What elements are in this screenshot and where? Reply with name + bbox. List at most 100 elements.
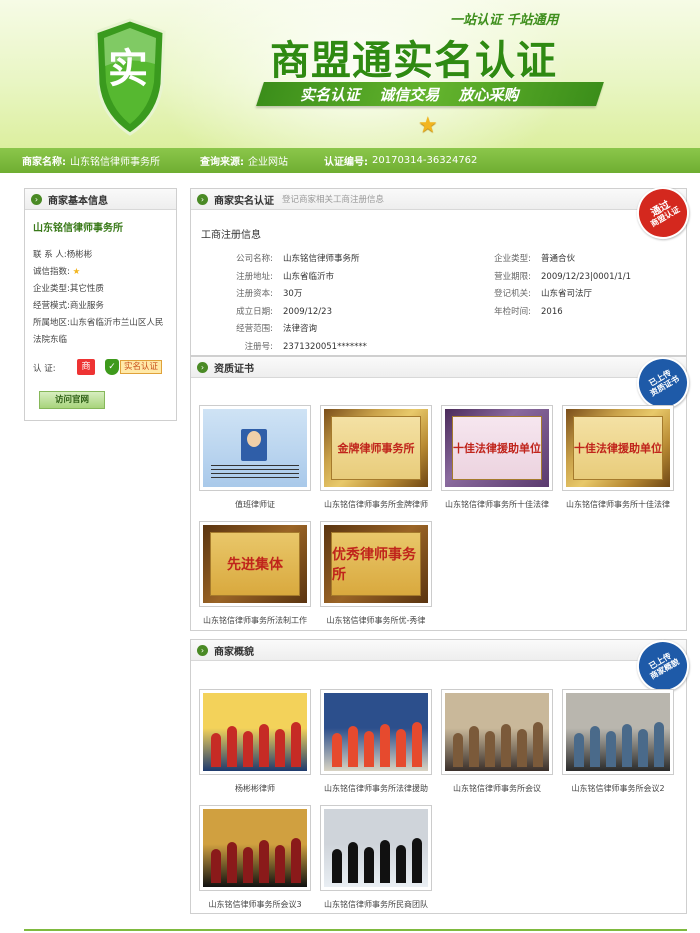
thumb-caption[interactable]: 山东铭信律师事务所十佳法律	[562, 499, 674, 521]
credit-index-label: 诚信指数:	[33, 267, 70, 277]
reg-field-value: 普通合伙	[541, 254, 576, 264]
person-figure	[364, 847, 374, 883]
merchant-basic-info-panel: › 商家基本信息 山东铭信律师事务所 联 系 人:杨彬彬 诚信指数: ★ 企业类…	[24, 188, 177, 421]
person-figure	[275, 729, 285, 767]
person-figure	[574, 733, 584, 767]
person-figure	[364, 731, 374, 767]
cert-thumbnail[interactable]: 值班律师证	[199, 405, 311, 521]
reg-field-value: 山东省司法厅	[541, 289, 593, 300]
cert-thumb-grid: 值班律师证 金牌律师事务所 山东铭信律师事务所金牌律师 十佳法律援助单位 山东铭信律师事…	[199, 405, 679, 637]
panel-title: 商家基本信息	[48, 195, 108, 207]
thumb-frame: 金牌律师事务所	[320, 405, 432, 491]
cert-image: 先进集体	[203, 525, 307, 603]
overview-photo	[324, 693, 428, 771]
panel-title: 商家实名认证	[214, 195, 274, 207]
reg-field: 注册号: 2371320051*******	[211, 340, 367, 352]
thumb-caption[interactable]: 山东铭信律师事务所会议3	[199, 899, 311, 921]
arrow-right-icon: ›	[197, 644, 208, 656]
thumb-caption[interactable]: 山东铭信律师事务所会议2	[562, 783, 674, 805]
shang-cert-icon[interactable]: 商	[77, 359, 95, 375]
person-figure	[396, 729, 406, 767]
thumb-caption[interactable]: 山东铭信律师事务所优-秀律	[320, 615, 432, 637]
cert-image: 十佳法律援助单位	[445, 409, 549, 487]
panel-header: › 商家基本信息	[25, 189, 176, 210]
overview-thumbnail[interactable]: 山东铭信律师事务所会议3	[199, 805, 311, 921]
arrow-right-icon: ›	[31, 193, 42, 205]
thumb-caption[interactable]: 山东铭信律师事务所民商团队	[320, 899, 432, 921]
person-figure	[654, 722, 664, 767]
reg-field: 注册资本: 30万	[211, 287, 302, 299]
realname-cert-badge[interactable]: ✓ 实名认证	[105, 359, 163, 375]
thumb-frame: 先进集体	[199, 521, 311, 607]
credit-index: 诚信指数: ★	[33, 265, 80, 277]
shield-char: 实	[108, 46, 148, 92]
cert-thumbnail[interactable]: 先进集体山东铭信律师事务所法制工作	[199, 521, 311, 637]
header-ribbon-text: 实名认证 诚信交易 放心采购	[300, 86, 519, 104]
person-figure	[396, 845, 406, 883]
person-figure	[348, 726, 358, 767]
visit-website-button[interactable]: 访问官网	[39, 391, 105, 409]
overview-thumbnail[interactable]: 山东铭信律师事务所会议2	[562, 689, 674, 805]
person-figure	[243, 847, 253, 883]
region-line1: 所属地区:山东省临沂市兰山区人民	[33, 318, 164, 328]
thumb-frame	[562, 689, 674, 775]
reg-field-label: 注册资本:	[236, 289, 273, 300]
check-shield-icon: ✓	[105, 359, 119, 375]
reg-field-value: 2009/12/23	[283, 306, 332, 317]
cert-thumbnail[interactable]: 十佳法律援助单位山东铭信律师事务所十佳法律	[441, 405, 553, 521]
reg-field: 营业期限: 2009/12/23|0001/1/1	[461, 270, 631, 282]
thumb-caption[interactable]: 山东铭信律师事务所法制工作	[199, 615, 311, 637]
person-figure	[259, 840, 269, 883]
thumb-caption[interactable]: 值班律师证	[199, 499, 311, 521]
thumb-frame	[320, 805, 432, 891]
person-figure	[211, 733, 221, 767]
company-name: 山东铭信律师事务所	[33, 223, 123, 234]
cert-thumbnail[interactable]: 金牌律师事务所山东铭信律师事务所金牌律师	[320, 405, 432, 521]
person-figure	[332, 733, 342, 767]
cert-label: 认 证:	[33, 364, 56, 374]
plaque-text: 先进集体	[210, 532, 300, 596]
cert-image: 十佳法律援助单位	[566, 409, 670, 487]
reg-field-label: 年检时间:	[494, 306, 531, 317]
shang-badge: 商	[77, 359, 95, 375]
overview-thumbnail[interactable]: 山东铭信律师事务所会议	[441, 689, 553, 805]
thumb-caption[interactable]: 山东铭信律师事务所金牌律师	[320, 499, 432, 521]
person-figure	[638, 729, 648, 767]
reg-field-label: 成立日期:	[236, 306, 273, 317]
person-figure	[501, 724, 511, 767]
overview-photo	[203, 693, 307, 771]
person-figure	[211, 849, 221, 883]
panel-header: › 商家实名认证 登记商家相关工商注册信息	[191, 189, 686, 210]
person-figure	[259, 724, 269, 767]
reg-field-value: 山东省临沂市	[283, 271, 335, 282]
thumb-caption[interactable]: 杨彬彬律师	[199, 783, 311, 805]
overview-thumbnail[interactable]: 山东铭信律师事务所法律援助	[320, 689, 432, 805]
thumb-caption[interactable]: 山东铭信律师事务所法律援助	[320, 783, 432, 805]
reg-field-label: 营业期限:	[494, 271, 531, 282]
reg-field-value: 30万	[283, 289, 303, 300]
cert-image	[203, 409, 307, 487]
person-figure	[622, 724, 632, 767]
thumb-caption[interactable]: 山东铭信律师事务所十佳法律	[441, 499, 553, 521]
merchant-overview-panel: › 商家概貌 已上传 商家概貌 杨彬彬律师 山东铭信律师事务所法律援助 山东铭信律师…	[190, 630, 699, 914]
person-figure	[227, 726, 237, 767]
panel-title: 商家概貌	[214, 646, 254, 658]
cert-code-value: 20170314-36324762	[372, 155, 478, 166]
thumb-caption[interactable]: 山东铭信律师事务所会议	[441, 783, 553, 805]
cert-thumbnail[interactable]: 十佳法律援助单位山东铭信律师事务所十佳法律	[562, 405, 674, 521]
merchant-name-value: 山东铭信律师事务所	[70, 157, 160, 168]
person-figure	[348, 842, 358, 883]
reg-field: 注册地址: 山东省临沂市	[211, 270, 334, 282]
reg-field-label: 登记机关:	[494, 289, 531, 300]
overview-thumbnail[interactable]: 杨彬彬律师	[199, 689, 311, 805]
arrow-right-icon: ›	[197, 361, 208, 373]
merchant-name-label: 商家名称:	[22, 157, 66, 168]
panel-subtitle: 登记商家相关工商注册信息	[282, 195, 385, 205]
thumb-frame	[199, 405, 311, 491]
overview-thumbnail[interactable]: 山东铭信律师事务所民商团队	[320, 805, 432, 921]
cert-thumbnail[interactable]: 优秀律师事务所 山东铭信律师事务所优-秀律	[320, 521, 432, 637]
reg-field-value: 法律咨询	[283, 324, 318, 335]
realname-badge-label: 实名认证	[120, 360, 163, 374]
reg-field: 公司名称: 山东铭信律师事务所	[211, 252, 359, 264]
person-figure	[606, 731, 616, 767]
